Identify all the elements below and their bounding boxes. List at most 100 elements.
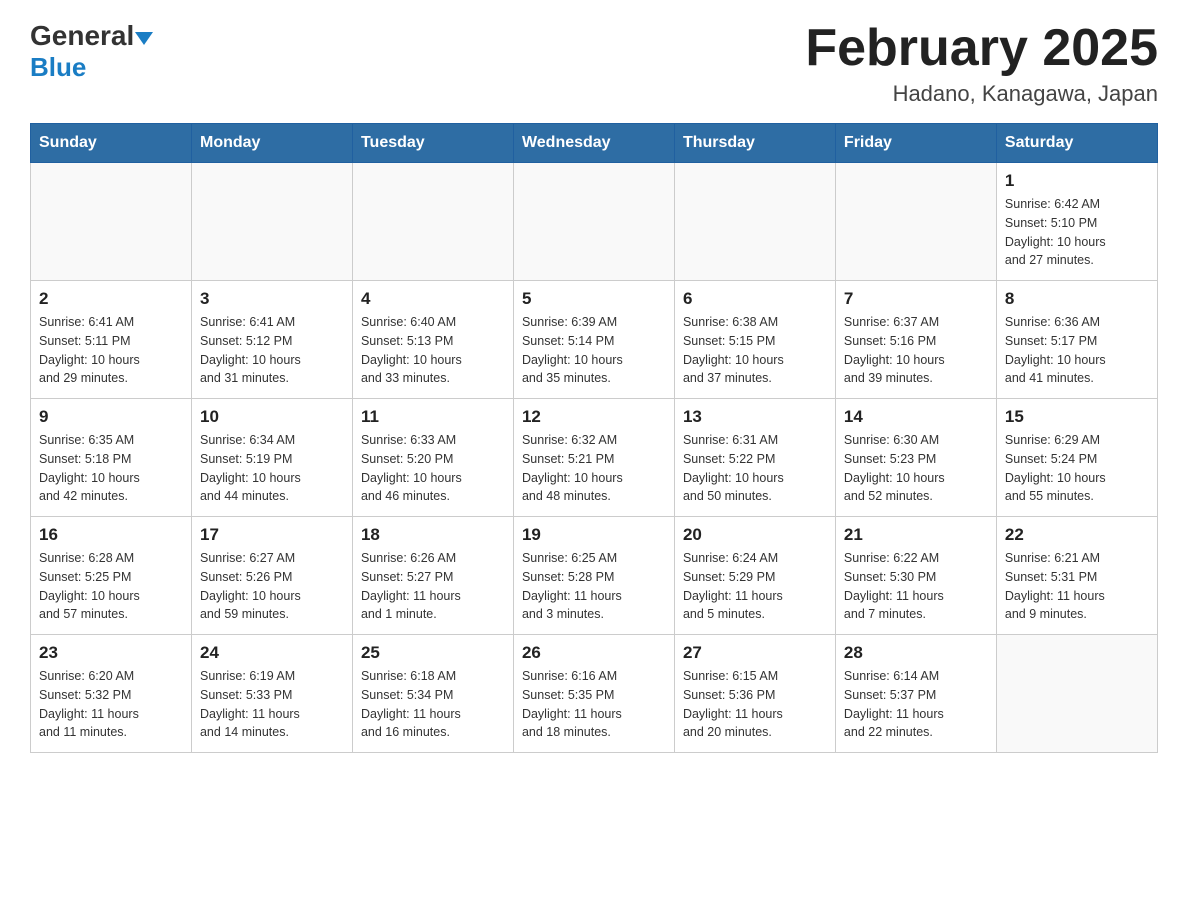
day-info: Sunrise: 6:40 AMSunset: 5:13 PMDaylight:… (361, 313, 505, 388)
day-info: Sunrise: 6:32 AMSunset: 5:21 PMDaylight:… (522, 431, 666, 506)
calendar-day-cell: 9 Sunrise: 6:35 AMSunset: 5:18 PMDaylight… (31, 399, 192, 517)
day-number: 4 (361, 289, 505, 309)
calendar-day-cell: 23 Sunrise: 6:20 AMSunset: 5:32 PMDayligh… (31, 635, 192, 753)
day-info: Sunrise: 6:35 AMSunset: 5:18 PMDaylight:… (39, 431, 183, 506)
logo-arrow-icon (135, 32, 153, 45)
day-info: Sunrise: 6:30 AMSunset: 5:23 PMDaylight:… (844, 431, 988, 506)
calendar-day-cell: 1 Sunrise: 6:42 AMSunset: 5:10 PMDaylight… (996, 163, 1157, 281)
day-info: Sunrise: 6:39 AMSunset: 5:14 PMDaylight:… (522, 313, 666, 388)
day-info: Sunrise: 6:41 AMSunset: 5:12 PMDaylight:… (200, 313, 344, 388)
calendar-day-cell: 25Sunrise: 6:18 AMSunset: 5:34 PMDayligh… (352, 635, 513, 753)
day-number: 27 (683, 643, 827, 663)
month-year-title: February 2025 (805, 20, 1158, 77)
day-info: Sunrise: 6:38 AMSunset: 5:15 PMDaylight:… (683, 313, 827, 388)
day-info: Sunrise: 6:34 AMSunset: 5:19 PMDaylight:… (200, 431, 344, 506)
location-subtitle: Hadano, Kanagawa, Japan (805, 81, 1158, 107)
calendar-day-cell: 28 Sunrise: 6:14 AMSunset: 5:37 PMDayligh… (835, 635, 996, 753)
day-info: Sunrise: 6:24 AMSunset: 5:29 PMDaylight:… (683, 549, 827, 624)
day-number: 9 (39, 407, 183, 427)
page-header: General Blue February 2025 Hadano, Kanag… (30, 20, 1158, 107)
calendar-day-cell: 13 Sunrise: 6:31 AMSunset: 5:22 PMDayligh… (674, 399, 835, 517)
day-info: Sunrise: 6:20 AMSunset: 5:32 PMDaylight:… (39, 667, 183, 742)
day-info: Sunrise: 6:33 AMSunset: 5:20 PMDaylight:… (361, 431, 505, 506)
day-number: 24 (200, 643, 344, 663)
day-number: 25 (361, 643, 505, 663)
day-number: 10 (200, 407, 344, 427)
calendar-day-cell: 2 Sunrise: 6:41 AMSunset: 5:11 PMDaylight… (31, 281, 192, 399)
day-number: 14 (844, 407, 988, 427)
calendar-day-cell: 22 Sunrise: 6:21 AMSunset: 5:31 PMDayligh… (996, 517, 1157, 635)
calendar-day-cell: 26 Sunrise: 6:16 AMSunset: 5:35 PMDayligh… (513, 635, 674, 753)
day-info: Sunrise: 6:25 AMSunset: 5:28 PMDaylight:… (522, 549, 666, 624)
calendar-day-cell: 16 Sunrise: 6:28 AMSunset: 5:25 PMDayligh… (31, 517, 192, 635)
calendar-table: SundayMondayTuesdayWednesdayThursdayFrid… (30, 123, 1158, 753)
calendar-day-cell (835, 163, 996, 281)
day-number: 21 (844, 525, 988, 545)
day-number: 20 (683, 525, 827, 545)
calendar-day-cell: 20 Sunrise: 6:24 AMSunset: 5:29 PMDayligh… (674, 517, 835, 635)
day-number: 23 (39, 643, 183, 663)
day-number: 6 (683, 289, 827, 309)
day-info: Sunrise: 6:14 AMSunset: 5:37 PMDaylight:… (844, 667, 988, 742)
day-number: 22 (1005, 525, 1149, 545)
calendar-week-row: 16 Sunrise: 6:28 AMSunset: 5:25 PMDayligh… (31, 517, 1158, 635)
calendar-day-header: Friday (835, 124, 996, 163)
calendar-day-cell: 17Sunrise: 6:27 AMSunset: 5:26 PMDayligh… (191, 517, 352, 635)
calendar-day-cell (674, 163, 835, 281)
calendar-day-cell: 7Sunrise: 6:37 AMSunset: 5:16 PMDaylight… (835, 281, 996, 399)
calendar-week-row: 2 Sunrise: 6:41 AMSunset: 5:11 PMDaylight… (31, 281, 1158, 399)
calendar-day-cell: 5Sunrise: 6:39 AMSunset: 5:14 PMDaylight… (513, 281, 674, 399)
day-info: Sunrise: 6:29 AMSunset: 5:24 PMDaylight:… (1005, 431, 1149, 506)
day-info: Sunrise: 6:21 AMSunset: 5:31 PMDaylight:… (1005, 549, 1149, 624)
calendar-week-row: 1 Sunrise: 6:42 AMSunset: 5:10 PMDaylight… (31, 163, 1158, 281)
day-info: Sunrise: 6:41 AMSunset: 5:11 PMDaylight:… (39, 313, 183, 388)
day-number: 8 (1005, 289, 1149, 309)
calendar-week-row: 9 Sunrise: 6:35 AMSunset: 5:18 PMDaylight… (31, 399, 1158, 517)
day-number: 7 (844, 289, 988, 309)
day-number: 15 (1005, 407, 1149, 427)
calendar-day-cell: 10 Sunrise: 6:34 AMSunset: 5:19 PMDayligh… (191, 399, 352, 517)
day-info: Sunrise: 6:28 AMSunset: 5:25 PMDaylight:… (39, 549, 183, 624)
day-number: 2 (39, 289, 183, 309)
day-number: 26 (522, 643, 666, 663)
calendar-day-cell: 14 Sunrise: 6:30 AMSunset: 5:23 PMDayligh… (835, 399, 996, 517)
day-info: Sunrise: 6:16 AMSunset: 5:35 PMDaylight:… (522, 667, 666, 742)
calendar-day-header: Wednesday (513, 124, 674, 163)
calendar-day-header: Saturday (996, 124, 1157, 163)
day-info: Sunrise: 6:26 AMSunset: 5:27 PMDaylight:… (361, 549, 505, 624)
day-info: Sunrise: 6:36 AMSunset: 5:17 PMDaylight:… (1005, 313, 1149, 388)
calendar-day-cell (191, 163, 352, 281)
calendar-day-cell (996, 635, 1157, 753)
calendar-day-cell (513, 163, 674, 281)
day-info: Sunrise: 6:42 AMSunset: 5:10 PMDaylight:… (1005, 195, 1149, 270)
day-info: Sunrise: 6:15 AMSunset: 5:36 PMDaylight:… (683, 667, 827, 742)
calendar-day-cell: 15 Sunrise: 6:29 AMSunset: 5:24 PMDayligh… (996, 399, 1157, 517)
calendar-day-cell (31, 163, 192, 281)
day-number: 11 (361, 407, 505, 427)
day-number: 13 (683, 407, 827, 427)
calendar-day-cell: 6 Sunrise: 6:38 AMSunset: 5:15 PMDaylight… (674, 281, 835, 399)
calendar-day-cell: 27 Sunrise: 6:15 AMSunset: 5:36 PMDayligh… (674, 635, 835, 753)
calendar-day-cell (352, 163, 513, 281)
title-section: February 2025 Hadano, Kanagawa, Japan (805, 20, 1158, 107)
day-number: 28 (844, 643, 988, 663)
calendar-day-cell: 24 Sunrise: 6:19 AMSunset: 5:33 PMDayligh… (191, 635, 352, 753)
calendar-day-header: Sunday (31, 124, 192, 163)
day-info: Sunrise: 6:31 AMSunset: 5:22 PMDaylight:… (683, 431, 827, 506)
day-info: Sunrise: 6:22 AMSunset: 5:30 PMDaylight:… (844, 549, 988, 624)
day-number: 16 (39, 525, 183, 545)
day-info: Sunrise: 6:27 AMSunset: 5:26 PMDaylight:… (200, 549, 344, 624)
logo-general-text: General (30, 20, 134, 52)
day-info: Sunrise: 6:19 AMSunset: 5:33 PMDaylight:… (200, 667, 344, 742)
day-number: 1 (1005, 171, 1149, 191)
day-number: 18 (361, 525, 505, 545)
calendar-day-cell: 8 Sunrise: 6:36 AMSunset: 5:17 PMDaylight… (996, 281, 1157, 399)
calendar-day-cell: 12Sunrise: 6:32 AMSunset: 5:21 PMDayligh… (513, 399, 674, 517)
logo-blue-text: Blue (30, 52, 86, 83)
calendar-day-header: Monday (191, 124, 352, 163)
calendar-day-cell: 19 Sunrise: 6:25 AMSunset: 5:28 PMDayligh… (513, 517, 674, 635)
day-number: 19 (522, 525, 666, 545)
calendar-day-header: Tuesday (352, 124, 513, 163)
day-number: 3 (200, 289, 344, 309)
logo: General Blue (30, 20, 153, 83)
